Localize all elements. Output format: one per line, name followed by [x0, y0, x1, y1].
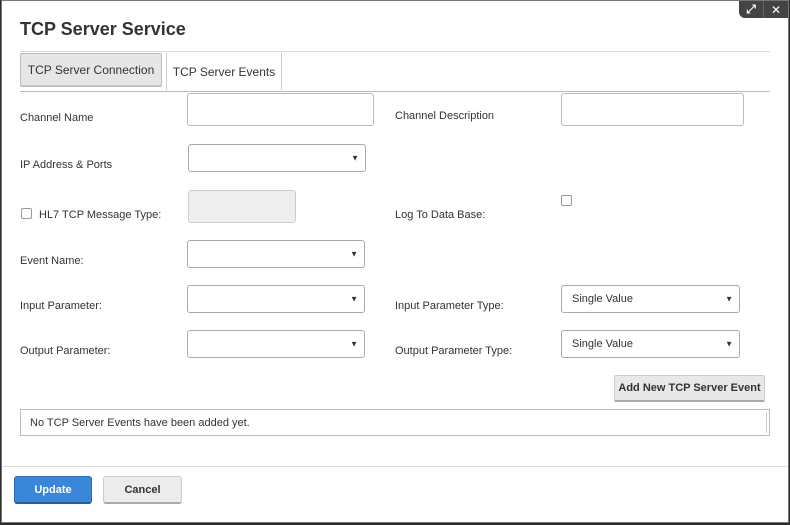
tab-tcp-server-connection[interactable]: TCP Server Connection	[20, 53, 162, 87]
input-parameter-type-value: Single Value	[572, 293, 633, 305]
hl7-tcp-message-type-checkbox[interactable]	[21, 208, 32, 219]
input-parameter-type-select[interactable]: Single Value ▼	[561, 285, 740, 313]
input-parameter-type-label: Input Parameter Type:	[395, 300, 504, 312]
channel-description-label: Channel Description	[395, 110, 495, 122]
tab-bar: TCP Server Connection TCP Server Events	[20, 53, 770, 92]
channel-name-label: Channel Name	[20, 112, 94, 124]
cancel-button[interactable]: Cancel	[103, 476, 182, 504]
chevron-down-icon: ▼	[351, 153, 359, 163]
chevron-down-icon: ▼	[350, 294, 358, 304]
close-icon[interactable]: ✕	[763, 1, 788, 18]
output-parameter-type-value: Single Value	[572, 338, 633, 350]
output-parameter-type-select[interactable]: Single Value ▼	[561, 330, 740, 358]
output-parameter-label: Output Parameter:	[20, 345, 111, 357]
hl7-tcp-message-type-input[interactable]	[188, 190, 296, 223]
channel-description-input[interactable]	[561, 93, 744, 126]
channel-name-input[interactable]	[187, 93, 374, 126]
hl7-tcp-message-type-label: HL7 TCP Message Type:	[39, 209, 162, 221]
chevron-down-icon: ▼	[350, 249, 358, 259]
tab-tcp-server-events[interactable]: TCP Server Events	[166, 53, 282, 90]
input-parameter-select[interactable]: ▼	[187, 285, 365, 313]
footer-divider	[2, 466, 788, 467]
chevron-down-icon: ▼	[725, 294, 733, 304]
update-button[interactable]: Update	[14, 476, 92, 504]
output-parameter-type-label: Output Parameter Type:	[395, 345, 513, 357]
add-tcp-server-event-button[interactable]: Add New TCP Server Event	[614, 375, 765, 402]
title-divider	[20, 51, 770, 52]
ip-address-ports-label: IP Address & Ports	[20, 159, 113, 171]
log-to-database-label: Log To Data Base:	[395, 209, 486, 221]
events-empty-message: No TCP Server Events have been added yet…	[20, 409, 770, 436]
dialog-title: TCP Server Service	[20, 19, 186, 39]
event-name-label: Event Name:	[20, 255, 84, 267]
log-to-database-checkbox[interactable]	[561, 195, 572, 206]
chevron-down-icon: ▼	[350, 339, 358, 349]
output-parameter-select[interactable]: ▼	[187, 330, 365, 358]
expand-icon[interactable]: ⤢	[739, 1, 763, 18]
chevron-down-icon: ▼	[725, 339, 733, 349]
ip-address-ports-select[interactable]: ▼	[188, 144, 366, 172]
event-name-select[interactable]: ▼	[187, 240, 365, 268]
input-parameter-label: Input Parameter:	[20, 300, 102, 312]
window-controls: ⤢ ✕	[739, 1, 788, 18]
tcp-server-service-dialog: ⤢ ✕ TCP Server Service TCP Server Connec…	[1, 0, 789, 523]
